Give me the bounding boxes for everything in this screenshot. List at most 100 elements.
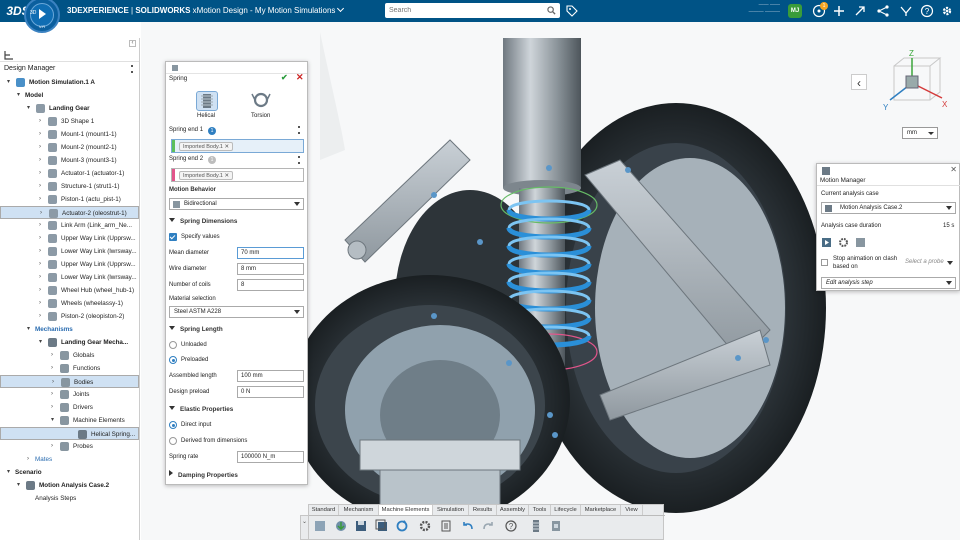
elastic-properties-header[interactable]: Elastic Properties <box>169 406 233 413</box>
analysis-settings-icon[interactable] <box>838 237 849 248</box>
import-icon[interactable] <box>334 519 348 533</box>
tree-item[interactable]: › Bodies <box>0 375 139 388</box>
tree-item[interactable]: ▾ Mechanisms <box>0 323 139 336</box>
tree-item[interactable]: › Link Arm (Link_arm_Ne... <box>0 219 139 232</box>
help-icon[interactable]: ? <box>920 4 934 18</box>
motion-behavior-select[interactable]: Bidirectional <box>169 198 304 210</box>
compass-widget[interactable]: 3D V.R <box>24 0 60 33</box>
specify-values-checkbox[interactable] <box>169 233 177 241</box>
expand-arrow-icon[interactable]: › <box>27 453 29 466</box>
tree-item[interactable]: › Upper Way Link (Upprsw... <box>0 258 139 271</box>
strut-cylinder[interactable] <box>503 38 581 188</box>
search-box[interactable] <box>385 3 560 18</box>
collapse-arrow-icon[interactable]: ▾ <box>39 336 42 349</box>
tab-assembly[interactable]: Assembly <box>497 505 529 515</box>
save-copy-icon[interactable] <box>375 519 389 533</box>
collapse-arrow-icon[interactable]: ▾ <box>27 102 30 115</box>
tab-machine-elements[interactable]: Machine Elements <box>379 505 433 515</box>
tree-item[interactable]: › Wheels (wheelassy-1) <box>0 297 139 310</box>
expand-arrow-icon[interactable]: › <box>39 115 41 128</box>
collapse-arrow-icon[interactable]: ▾ <box>7 466 10 479</box>
tree-item[interactable]: › Functions <box>0 362 139 375</box>
tree-item[interactable]: › Joints <box>0 388 139 401</box>
tag-icon[interactable] <box>566 5 578 17</box>
social-icon[interactable] <box>899 4 913 18</box>
end2-kebab-icon[interactable] <box>298 156 300 164</box>
derived-from-dimensions-radio[interactable] <box>169 437 177 445</box>
damper-tool-icon[interactable] <box>549 519 563 533</box>
end1-chip[interactable]: Imported Body.1 ✕ <box>179 142 234 151</box>
tree-item[interactable]: › Mount-2 (mount2-1) <box>0 141 139 154</box>
edit-analysis-step-select[interactable]: Edit analysis step <box>821 277 956 289</box>
expand-arrow-icon[interactable]: › <box>39 297 41 310</box>
spring-tool-icon[interactable] <box>529 519 543 533</box>
tree-item[interactable]: › Globals <box>0 349 139 362</box>
expand-arrow-icon[interactable]: › <box>39 284 41 297</box>
assembled-length-input[interactable]: 100 mm <box>237 370 304 382</box>
number-of-coils-input[interactable]: 8 <box>237 279 304 291</box>
tree-item[interactable]: › Mount-1 (mount1-1) <box>0 128 139 141</box>
cancel-button[interactable]: ✕ <box>296 72 304 83</box>
tree-item[interactable]: › Wheel Hub (wheel_hub-1) <box>0 284 139 297</box>
tree-item[interactable]: ▾ Scenario <box>0 466 139 479</box>
expand-arrow-icon[interactable]: › <box>39 193 41 206</box>
tree-item[interactable]: › Lower Way Link (lwrsway... <box>0 271 139 284</box>
ok-button[interactable]: ✔ <box>281 73 288 82</box>
expand-arrow-icon[interactable]: › <box>39 310 41 323</box>
search-icon[interactable] <box>547 6 556 15</box>
chip-close-icon[interactable]: ✕ <box>224 173 229 179</box>
tab-mechanism[interactable]: Mechanism <box>339 505 379 515</box>
expand-arrow-icon[interactable]: › <box>39 141 41 154</box>
tree-item[interactable]: ▾ Model <box>0 89 139 102</box>
tree-item[interactable]: ▾ Motion Simulation.1 A <box>0 76 139 89</box>
save-icon[interactable] <box>354 519 368 533</box>
help-icon[interactable]: ? <box>504 519 518 533</box>
tree-item[interactable]: ▾ Landing Gear <box>0 102 139 115</box>
tab-tools[interactable]: Tools <box>529 505 551 515</box>
tab-marketplace[interactable]: Marketplace <box>581 505 621 515</box>
tree-item[interactable]: › Mount-3 (mount3-1) <box>0 154 139 167</box>
analysis-steps-icon[interactable] <box>855 237 866 248</box>
tree-item[interactable]: ▾ Machine Elements <box>0 414 139 427</box>
stop-animation-checkbox[interactable] <box>821 259 828 266</box>
tab-lifecycle[interactable]: Lifecycle <box>551 505 581 515</box>
tree-item[interactable]: › 3D Shape 1 <box>0 115 139 128</box>
user-badge[interactable]: MJ <box>788 4 802 18</box>
collapse-arrow-icon[interactable]: ▾ <box>27 323 30 336</box>
expand-arrow-icon[interactable]: › <box>51 401 53 414</box>
expand-arrow-icon[interactable]: › <box>51 388 53 401</box>
refresh-icon[interactable] <box>395 519 409 533</box>
expand-arrow-icon[interactable]: › <box>51 362 53 375</box>
redo-icon[interactable] <box>481 519 495 533</box>
spring-end1-field[interactable]: Imported Body.1 ✕ <box>171 139 304 153</box>
close-icon[interactable]: ✕ <box>950 165 957 174</box>
expand-arrow-icon[interactable]: › <box>51 440 53 453</box>
expand-arrow-icon[interactable]: › <box>39 219 41 232</box>
wire-diameter-input[interactable]: 8 mm <box>237 263 304 275</box>
torsion-type-button[interactable] <box>251 91 273 111</box>
expand-arrow-icon[interactable]: › <box>39 128 41 141</box>
app-title[interactable]: 3DEXPERIENCE | SOLIDWORKS xMotion Design… <box>67 4 345 15</box>
tree-item[interactable]: › Mates <box>0 453 139 466</box>
collapse-arrow-icon[interactable]: ▾ <box>17 89 20 102</box>
expand-arrow-icon[interactable]: › <box>51 349 53 362</box>
tree-item[interactable]: ▾ Landing Gear Mecha... <box>0 336 139 349</box>
tree-item[interactable]: ▾ Motion Analysis Case.2 <box>0 479 139 492</box>
end2-chip[interactable]: Imported Body.1 ✕ <box>179 171 234 180</box>
expand-arrow-icon[interactable]: › <box>39 271 41 284</box>
tree-item[interactable]: Helical Spring... <box>0 427 139 440</box>
tab-simulation[interactable]: Simulation <box>433 505 469 515</box>
select-probe-placeholder[interactable]: Select a probe <box>905 259 944 265</box>
add-icon[interactable] <box>832 4 846 18</box>
collapse-panel-button[interactable]: ‹ <box>129 40 136 47</box>
unit-select[interactable]: mm <box>902 127 938 139</box>
spring-rate-input[interactable]: 100000 N_m <box>237 451 304 463</box>
tree-item[interactable]: › Actuator-2 (oleostrut-1) <box>0 206 139 219</box>
settings-icon[interactable] <box>940 4 954 18</box>
damping-properties-header[interactable]: Damping Properties <box>169 470 238 479</box>
expand-arrow-icon[interactable]: › <box>39 154 41 167</box>
tree-item[interactable]: › Upper Way Link (Upprsw... <box>0 232 139 245</box>
tab-view[interactable]: View <box>621 505 643 515</box>
expand-arrow-icon[interactable]: › <box>39 245 41 258</box>
options-gear-icon[interactable] <box>418 519 432 533</box>
